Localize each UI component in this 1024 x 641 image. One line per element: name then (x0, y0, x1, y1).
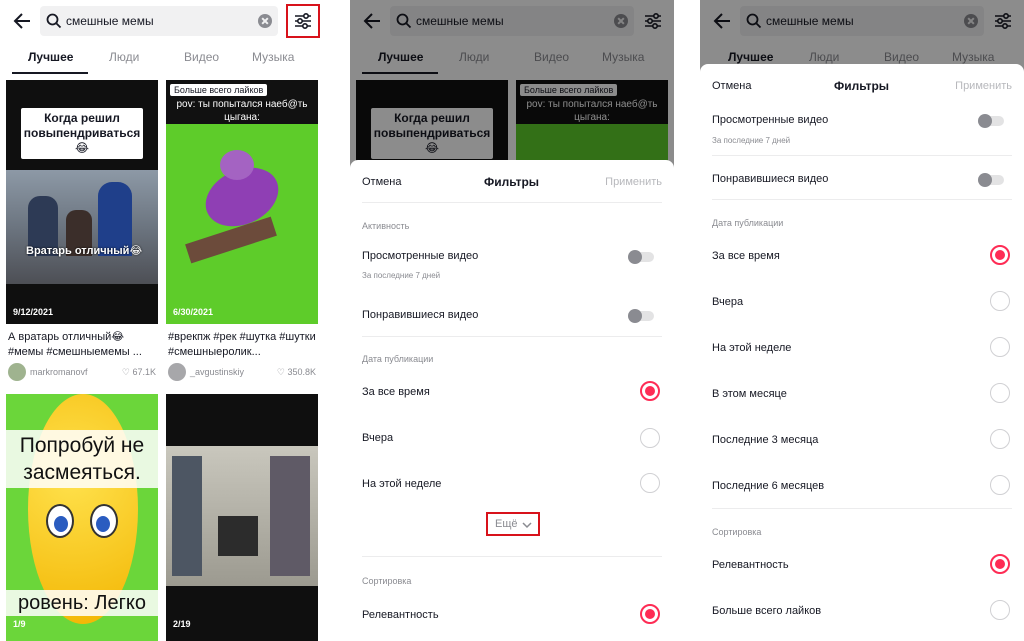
video-meta: _avgustinskiy ♡ 350.8K (168, 363, 318, 381)
video-thumbnail[interactable]: Попробуй не засмеяться. ровень: Легко 1/… (6, 394, 158, 641)
radio-yesterday[interactable] (990, 291, 1010, 311)
overlay-text-bottom: ровень: Легко (6, 590, 158, 616)
cancel-button[interactable]: Отмена (362, 176, 401, 188)
filters-sheet-screen: смешные мемы Лучшее Люди Видео Музыка Ко… (350, 0, 674, 641)
filters-sheet: Отмена Фильтры Применить Просмотренные в… (700, 64, 1024, 641)
dim-overlay[interactable] (700, 0, 1024, 74)
sheet-title: Фильтры (834, 79, 890, 93)
radio-this-month[interactable] (990, 383, 1010, 403)
video-thumbnail[interactable]: Когда решил повыпендриваться😂 Вратарь от… (6, 80, 158, 324)
watched-subtitle: За последние 7 дней (712, 136, 791, 145)
radio-last-3-months[interactable] (990, 429, 1010, 449)
author-name[interactable]: _avgustinskiy (190, 367, 244, 377)
video-caption[interactable]: А вратарь отличный😂 #мемы #смешныемемы .… (8, 330, 158, 360)
radio-last-6-months[interactable] (990, 475, 1010, 495)
option-last-6-months[interactable]: Последние 6 месяцев (712, 480, 824, 492)
filters-sheet-expanded-screen: смешные мемы Лучшее Люди Видео Музыка От… (700, 0, 1024, 641)
video-card[interactable]: Больше всего лайков pov: ты попытался на… (166, 80, 318, 385)
option-all-time[interactable]: За все время (712, 250, 780, 262)
option-watched: Просмотренные видео (362, 250, 479, 262)
tab-people[interactable]: Люди (109, 50, 139, 64)
caption-overlay: Когда решил повыпендриваться😂 (21, 108, 143, 159)
radio-this-week[interactable] (640, 473, 660, 493)
radio-relevance[interactable] (640, 604, 660, 624)
search-header: смешные мемы (0, 0, 326, 42)
tab-videos[interactable]: Видео (184, 50, 219, 64)
watched-toggle[interactable] (628, 250, 654, 264)
radio-relevance[interactable] (990, 554, 1010, 574)
search-box[interactable]: смешные мемы (40, 6, 278, 36)
option-watched: Просмотренные видео (712, 114, 829, 126)
filters-sheet: Отмена Фильтры Применить Активность Прос… (350, 160, 674, 641)
like-count: ♡ 350.8K (276, 367, 316, 377)
option-last-3-months[interactable]: Последние 3 месяца (712, 434, 818, 446)
radio-all-time[interactable] (990, 245, 1010, 265)
option-yesterday[interactable]: Вчера (712, 296, 743, 308)
video-date: 9/12/2021 (13, 307, 54, 317)
option-yesterday[interactable]: Вчера (362, 432, 393, 444)
video-thumbnail[interactable]: Больше всего лайков pov: ты попытался на… (166, 80, 318, 324)
tab-music[interactable]: Музыка (252, 50, 294, 64)
overlay-text-top: Попробуй не засмеяться. (6, 430, 158, 488)
search-input[interactable]: смешные мемы (66, 14, 154, 28)
like-count: ♡ 67.1K (121, 367, 156, 377)
back-arrow-icon[interactable] (10, 8, 36, 34)
radio-most-liked[interactable] (990, 600, 1010, 620)
store-scene (166, 446, 318, 586)
top-liked-badge: Больше всего лайков (170, 84, 268, 96)
liked-toggle[interactable] (978, 173, 1004, 187)
section-sort: Сортировка (712, 527, 762, 537)
radio-yesterday[interactable] (640, 428, 660, 448)
chevron-down-icon (522, 522, 532, 529)
author-name[interactable]: markromanovf (30, 367, 88, 377)
avatar[interactable] (8, 363, 26, 381)
watched-toggle[interactable] (978, 114, 1004, 128)
dim-overlay[interactable] (350, 0, 674, 170)
video-date: 2/19 (173, 619, 191, 629)
option-this-month[interactable]: В этом месяце (712, 388, 787, 400)
radio-all-time[interactable] (640, 381, 660, 401)
option-this-week[interactable]: На этой неделе (712, 342, 791, 354)
section-sort: Сортировка (362, 576, 412, 586)
video-date: 1/9 (13, 619, 26, 629)
video-date: 6/30/2021 (173, 307, 214, 317)
filter-button[interactable] (286, 4, 320, 38)
option-relevance[interactable]: Релевантность (712, 559, 789, 571)
apply-button[interactable]: Применить (955, 80, 1012, 92)
section-activity: Активность (362, 221, 410, 231)
watched-subtitle: За последние 7 дней (362, 271, 441, 280)
section-date: Дата публикации (362, 354, 434, 364)
tab-top[interactable]: Лучшее (28, 50, 73, 64)
search-icon (46, 13, 62, 29)
caption-overlay: pov: ты попытался наеб@ть цыгана: (176, 99, 308, 123)
clear-search-icon[interactable] (258, 14, 272, 28)
liked-toggle[interactable] (628, 309, 654, 323)
radio-this-week[interactable] (990, 337, 1010, 357)
avatar[interactable] (168, 363, 186, 381)
option-this-week[interactable]: На этой неделе (362, 478, 441, 490)
video-card[interactable]: Попробуй не засмеяться. ровень: Легко 1/… (6, 394, 158, 641)
section-date: Дата публикации (712, 218, 784, 228)
option-liked: Понравившиеся видео (362, 309, 479, 321)
active-tab-indicator (12, 72, 88, 74)
video-meta: markromanovf ♡ 67.1K (8, 363, 158, 381)
option-all-time[interactable]: За все время (362, 386, 430, 398)
option-relevance[interactable]: Релевантность (362, 609, 439, 621)
search-tabs: Лучшее Люди Видео Музыка (0, 42, 326, 74)
video-card[interactable]: 2/19 (166, 394, 318, 641)
video-caption[interactable]: #врекпж #рек #шутка #шутки #смешныеролик… (168, 330, 318, 360)
video-thumbnail[interactable]: 2/19 (166, 394, 318, 641)
search-results-screen: смешные мемы Лучшее Люди Видео Музыка Ко… (0, 0, 326, 641)
cancel-button[interactable]: Отмена (712, 80, 751, 92)
scene-caption: Вратарь отличный😂 (26, 245, 143, 257)
option-most-liked[interactable]: Больше всего лайков (712, 605, 821, 617)
filter-sliders-icon (295, 12, 311, 30)
sheet-title: Фильтры (484, 175, 540, 189)
thumbnail-scene (6, 170, 158, 284)
apply-button[interactable]: Применить (605, 176, 662, 188)
video-card[interactable]: Когда решил повыпендриваться😂 Вратарь от… (6, 80, 158, 385)
more-button[interactable]: Ещё (486, 512, 540, 536)
option-liked: Понравившиеся видео (712, 173, 829, 185)
